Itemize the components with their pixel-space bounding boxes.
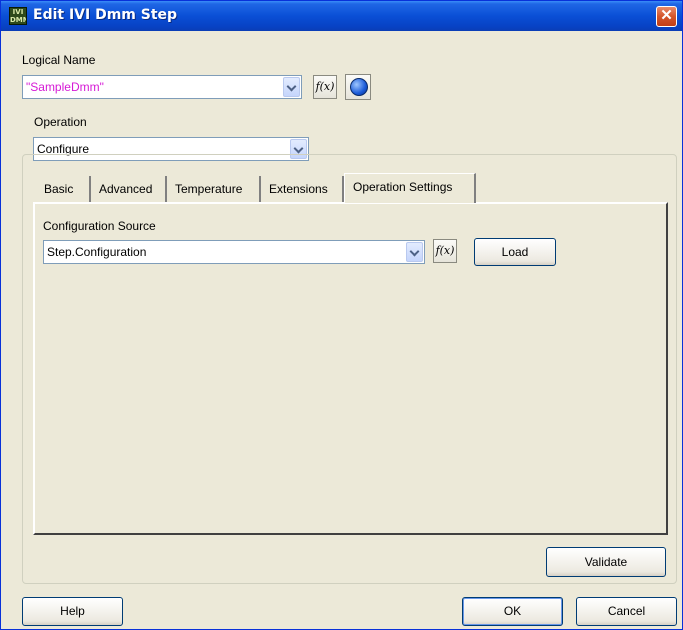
ivi-dmm-icon: IVIDMM	[9, 7, 27, 25]
logical-name-value: "SampleDmm"	[26, 80, 104, 94]
help-button[interactable]: Help	[22, 597, 123, 626]
tab-extensions[interactable]: Extensions	[261, 176, 344, 202]
edit-ivi-dmm-step-dialog: IVIDMM Edit IVI Dmm Step ✕ Logical Name …	[0, 0, 683, 630]
operation-label: Operation	[34, 115, 87, 129]
chevron-down-icon[interactable]	[406, 242, 423, 262]
logical-name-combo[interactable]: "SampleDmm"	[22, 75, 302, 99]
chevron-down-icon[interactable]	[283, 77, 300, 97]
operation-settings-panel: Configuration Source Step.Configuration …	[33, 202, 668, 535]
load-button[interactable]: Load	[474, 238, 556, 266]
tab-operation-settings[interactable]: Operation Settings	[344, 173, 476, 203]
configuration-source-combo[interactable]: Step.Configuration	[43, 240, 425, 264]
tab-basic[interactable]: Basic	[36, 176, 91, 202]
ivi-browse-button[interactable]	[345, 74, 371, 100]
logical-name-label: Logical Name	[22, 53, 96, 67]
logical-name-expression-button[interactable]: f(x)	[313, 75, 337, 99]
window-title: Edit IVI Dmm Step	[33, 7, 178, 23]
validate-button[interactable]: Validate	[546, 547, 666, 577]
tab-advanced[interactable]: Advanced	[91, 176, 167, 202]
close-button[interactable]: ✕	[656, 6, 677, 27]
title-bar[interactable]: IVIDMM Edit IVI Dmm Step ✕	[1, 1, 682, 31]
configuration-source-expression-button[interactable]: f(x)	[433, 239, 457, 263]
ok-button[interactable]: OK	[462, 597, 563, 626]
configuration-source-value: Step.Configuration	[47, 245, 147, 259]
globe-icon	[350, 78, 368, 96]
configuration-source-label: Configuration Source	[43, 219, 156, 233]
cancel-button[interactable]: Cancel	[576, 597, 677, 626]
tab-temperature[interactable]: Temperature	[167, 176, 261, 202]
